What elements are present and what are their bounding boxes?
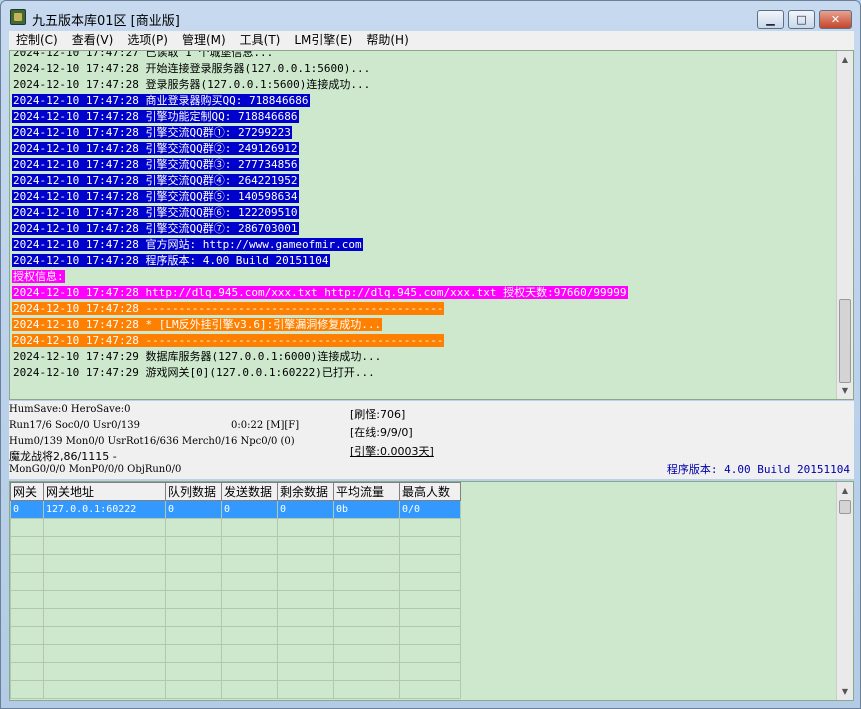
version-label: 程序版本: 4.00 Build 20151104: [666, 463, 850, 476]
status-panel: HumSave:0 HeroSave:0 Run17/6 Soc0/0 Usr0…: [9, 401, 854, 479]
status-mon: MonG0/0/0 MonP0/0/0 ObjRun0/0: [9, 464, 182, 475]
menu-lm-engine[interactable]: LM引擎(E): [287, 31, 359, 50]
col-queue[interactable]: 队列数据: [165, 482, 222, 501]
log-line: 2024-12-10 17:47:28 引擎交流QQ群⑥: 122209510: [12, 206, 299, 219]
scroll-down-icon[interactable]: ▼: [837, 382, 853, 399]
grid-header-row: 网关 网关地址 队列数据 发送数据 剩余数据 平均流量 最高人数: [10, 482, 461, 501]
cell-max-users: 0/0: [399, 500, 461, 519]
cell-queue: 0: [165, 500, 222, 519]
empty-row: [10, 590, 461, 609]
log-line: 2024-12-10 17:47:28 引擎交流QQ群⑦: 286703001: [12, 222, 299, 235]
grid-scrollbar[interactable]: ▲ ▼: [836, 482, 853, 700]
empty-row: [10, 608, 461, 627]
maximize-button[interactable]: □: [788, 10, 815, 29]
status-time: 0:0:22 [M][F]: [231, 420, 300, 431]
log-panel[interactable]: 2024-12-10 17:47:27 已读取 1 个城堡信息... 2024-…: [9, 50, 854, 400]
col-sent[interactable]: 发送数据: [221, 482, 278, 501]
log-scrollbar[interactable]: ▲ ▼: [836, 51, 853, 399]
menu-help[interactable]: 帮助(H): [359, 31, 415, 50]
gateway-grid[interactable]: 网关 网关地址 队列数据 发送数据 剩余数据 平均流量 最高人数 0 127.0…: [9, 481, 854, 701]
log-line: 2024-12-10 17:47:28 官方网站: http://www.gam…: [12, 238, 363, 251]
log-line: 2024-12-10 17:47:28 引擎交流QQ群②: 249126912: [12, 142, 299, 155]
empty-row: [10, 572, 461, 591]
log-line: 2024-12-10 17:47:28 引擎交流QQ群①: 27299223: [12, 126, 292, 139]
status-engine-link[interactable]: [引擎:0.0003天]: [350, 443, 434, 459]
cell-address: 127.0.0.1:60222: [43, 500, 166, 519]
log-line: 2024-12-10 17:47:28 引擎交流QQ群⑤: 140598634: [12, 190, 299, 203]
table-row[interactable]: 0 127.0.0.1:60222 0 0 0 0b 0/0: [10, 500, 461, 519]
log-line: 2024-12-10 17:47:29 游戏网关[0](127.0.0.1:60…: [13, 366, 375, 379]
log-line: 2024-12-10 17:47:28 开始连接登录服务器(127.0.0.1:…: [13, 62, 371, 75]
gateway-table: 网关 网关地址 队列数据 发送数据 剩余数据 平均流量 最高人数 0 127.0…: [10, 482, 461, 699]
log-line: 2024-12-10 17:47:28 引擎功能定制QQ: 718846686: [12, 110, 299, 123]
log-scroll-thumb[interactable]: [839, 299, 851, 383]
log-lines: 2024-12-10 17:47:27 已读取 1 个城堡信息... 2024-…: [12, 50, 834, 381]
log-line: 2024-12-10 17:47:28 * [LM反外挂引擎v3.6]:引擎漏洞…: [12, 318, 383, 331]
minimize-button[interactable]: ▁: [757, 10, 784, 29]
empty-row: [10, 518, 461, 537]
menu-control[interactable]: 控制(C): [9, 31, 65, 50]
menu-bar: 控制(C) 查看(V) 选项(P) 管理(M) 工具(T) LM引擎(E) 帮助…: [9, 31, 854, 50]
empty-row: [10, 680, 461, 699]
menu-options[interactable]: 选项(P): [120, 31, 175, 50]
log-line: 2024-12-10 17:47:28 http://dlq.945.com/x…: [12, 286, 628, 299]
status-hum: Hum0/139 Mon0/0 UsrRot16/636 Merch0/16 N…: [9, 436, 295, 447]
app-icon: [10, 9, 26, 25]
empty-row: [10, 662, 461, 681]
scroll-up-icon[interactable]: ▲: [837, 51, 853, 68]
status-save: HumSave:0 HeroSave:0: [9, 404, 131, 415]
menu-manage[interactable]: 管理(M): [175, 31, 233, 50]
empty-row: [10, 626, 461, 645]
col-gateway-address[interactable]: 网关地址: [43, 482, 166, 501]
status-online: [在线:9/9/0]: [350, 426, 413, 439]
status-run: Run17/6 Soc0/0 Usr0/139: [9, 420, 140, 431]
col-remaining[interactable]: 剩余数据: [277, 482, 334, 501]
cell-avg-traffic: 0b: [333, 500, 400, 519]
log-line: 2024-12-10 17:47:27 已读取 1 个城堡信息...: [13, 50, 274, 59]
empty-row: [10, 536, 461, 555]
title-bar[interactable]: 九五版本库01区 [商业版] ▁ □ ✕: [1, 1, 860, 31]
status-monster: [刷怪:706]: [350, 408, 406, 421]
status-boss: 魔龙战将2,86/1115 -: [9, 450, 117, 463]
log-line: 2024-12-10 17:47:28 引擎交流QQ群③: 277734856: [12, 158, 299, 171]
grid-scroll-thumb[interactable]: [839, 500, 851, 514]
log-line: 2024-12-10 17:47:28 引擎交流QQ群④: 264221952: [12, 174, 299, 187]
log-line: 2024-12-10 17:47:29 数据库服务器(127.0.0.1:600…: [13, 350, 382, 363]
cell-remaining: 0: [277, 500, 334, 519]
menu-tools[interactable]: 工具(T): [233, 31, 288, 50]
cell-gateway: 0: [10, 500, 44, 519]
log-line: 2024-12-10 17:47:28 登录服务器(127.0.0.1:5600…: [13, 78, 371, 91]
app-window: 九五版本库01区 [商业版] ▁ □ ✕ 控制(C) 查看(V) 选项(P) 管…: [0, 0, 861, 709]
col-max-users[interactable]: 最高人数: [399, 482, 461, 501]
cell-sent: 0: [221, 500, 278, 519]
log-line: 2024-12-10 17:47:28 程序版本: 4.00 Build 201…: [12, 254, 330, 267]
log-line: 授权信息:: [12, 270, 65, 283]
empty-row: [10, 554, 461, 573]
menu-view[interactable]: 查看(V): [65, 31, 121, 50]
empty-row: [10, 644, 461, 663]
log-line: 2024-12-10 17:47:28 商业登录器购买QQ: 718846686: [12, 94, 310, 107]
grid-scroll-down-icon[interactable]: ▼: [837, 683, 853, 700]
window-title: 九五版本库01区 [商业版]: [32, 14, 180, 29]
col-avg-traffic[interactable]: 平均流量: [333, 482, 400, 501]
close-button[interactable]: ✕: [819, 10, 852, 29]
log-line: 2024-12-10 17:47:28 --------------------…: [12, 302, 445, 315]
grid-scroll-up-icon[interactable]: ▲: [837, 482, 853, 499]
col-gateway[interactable]: 网关: [10, 482, 44, 501]
log-line: 2024-12-10 17:47:28 --------------------…: [12, 334, 445, 347]
